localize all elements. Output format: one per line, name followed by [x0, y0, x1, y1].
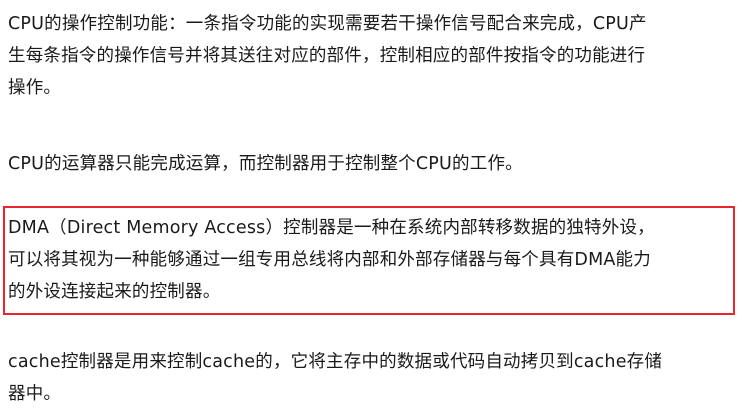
text-line: CPU的运算器只能完成运算，而控制器用于控制整个CPU的工作。 [8, 154, 523, 174]
text-line: 的外设连接起来的控制器。 [8, 282, 221, 302]
text-line: 生每条指令的操作信号并将其送往对应的部件，控制相应的部件按指令的功能进行 [8, 46, 646, 66]
text-line: 操作。 [8, 78, 62, 98]
paragraph-cpu-operation-control: CPU的操作控制功能：一条指令功能的实现需要若干操作信号配合来完成，CPU产 生… [8, 8, 736, 104]
text-line: 可以将其视为一种能够通过一组专用总线将内部和外部存储器与每个具有DMA能力 [8, 250, 651, 270]
text-line: CPU的操作控制功能：一条指令功能的实现需要若干操作信号配合来完成，CPU产 [8, 14, 647, 34]
document-body: CPU的操作控制功能：一条指令功能的实现需要若干操作信号配合来完成，CPU产 生… [0, 0, 744, 418]
paragraph-dma-controller: DMA（Direct Memory Access）控制器是一种在系统内部转移数据… [8, 212, 736, 308]
paragraph-cache-controller: cache控制器是用来控制cache的，它将主存中的数据或代码自动拷贝到cach… [8, 346, 736, 410]
paragraph-cpu-alu-controller: CPU的运算器只能完成运算，而控制器用于控制整个CPU的工作。 [8, 148, 736, 180]
text-line: cache控制器是用来控制cache的，它将主存中的数据或代码自动拷贝到cach… [8, 352, 663, 372]
text-line: 器中。 [8, 384, 62, 404]
text-line: DMA（Direct Memory Access）控制器是一种在系统内部转移数据… [8, 218, 655, 238]
